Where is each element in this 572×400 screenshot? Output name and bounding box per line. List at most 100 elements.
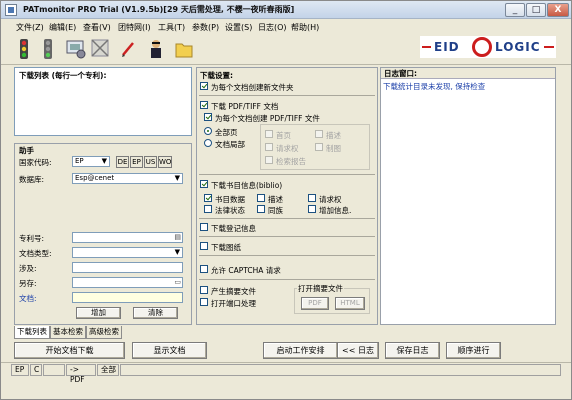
status-pages: 全部: [97, 364, 119, 376]
sequence-button[interactable]: 顺序进行: [446, 342, 501, 359]
patent-number-input[interactable]: ▤: [72, 232, 183, 243]
involve-input[interactable]: [72, 262, 183, 273]
legal-status-checkbox[interactable]: [204, 205, 212, 213]
database-select[interactable]: Esp@cenet ▼: [72, 173, 183, 184]
download-biblio-checkbox[interactable]: [200, 180, 208, 188]
biblio-description-checkbox[interactable]: [257, 194, 265, 202]
download-register-checkbox[interactable]: [200, 223, 208, 231]
tab-download-list[interactable]: 下载列表: [14, 326, 50, 339]
doc-type-label: 文档类型:: [19, 249, 52, 258]
show-document-button[interactable]: 显示文档: [132, 342, 207, 359]
lookup-icon[interactable]: ▤: [174, 233, 181, 242]
helper-title: 助手: [19, 146, 34, 155]
tab-basic-search[interactable]: 基本检索: [50, 326, 86, 339]
family-checkbox[interactable]: [257, 205, 265, 213]
country-us-button[interactable]: US: [144, 156, 157, 168]
document-input[interactable]: [72, 292, 183, 303]
chevron-down-icon: ▼: [174, 248, 180, 256]
traffic-light-icon[interactable]: [13, 37, 35, 61]
disabled-tool-icon[interactable]: [89, 37, 111, 61]
status-blank: [43, 364, 65, 376]
allow-captcha-checkbox[interactable]: [200, 265, 208, 273]
extra-info-checkbox[interactable]: [308, 205, 316, 213]
clear-button[interactable]: 清除: [133, 307, 178, 319]
open-port-checkbox[interactable]: [200, 298, 208, 306]
agent-icon[interactable]: [145, 37, 167, 61]
pdf-button[interactable]: PDF: [301, 297, 329, 310]
menu-settings[interactable]: 设置(S): [222, 21, 255, 34]
claims-checkbox[interactable]: [265, 143, 273, 151]
menu-view[interactable]: 查看(V): [80, 21, 114, 34]
patent-list-header: 下载列表 (每行一个专利):: [19, 71, 107, 80]
log-line: 下载统计目录未发现, 保持检查: [383, 82, 486, 91]
chevron-down-icon: ▼: [101, 157, 107, 165]
menu-log[interactable]: 日志(O): [255, 21, 290, 34]
menu-parameters[interactable]: 参数(P): [189, 21, 222, 34]
biblio-claims-checkbox[interactable]: [308, 194, 316, 202]
download-register-label: 下载登记信息: [211, 224, 256, 233]
status-message: [120, 364, 561, 376]
app-window: PATmonitor PRO Trial (V1.9.5b)[29 天后需处理,…: [0, 0, 572, 400]
country-ep-button[interactable]: EP: [130, 156, 143, 168]
all-pages-radio[interactable]: [204, 127, 212, 135]
per-doc-pdf-label: 为每个文档创建 PDF/TIFF 文件: [215, 114, 320, 123]
status-mode: C: [30, 364, 42, 376]
pen-icon[interactable]: [117, 37, 139, 61]
add-button[interactable]: 增加: [76, 307, 121, 319]
first-page-checkbox[interactable]: [265, 130, 273, 138]
claims-label: 请求权: [276, 144, 299, 153]
start-download-button[interactable]: 开始文档下载: [14, 342, 125, 359]
partial-pages-radio[interactable]: [204, 139, 212, 147]
document-label: 文档:: [19, 294, 37, 303]
helper-panel: 助手 国家代码: EP ▼ DE EP US WO 数据库: Esp@cenet ▼…: [14, 143, 192, 325]
search-report-checkbox[interactable]: [265, 156, 273, 164]
allow-captcha-label: 允许 CAPTCHA 请求: [211, 266, 281, 275]
menu-network[interactable]: 团特网(I): [115, 21, 154, 34]
save-as-input[interactable]: ▭: [72, 277, 183, 288]
menu-edit[interactable]: 编辑(E): [46, 21, 79, 34]
download-pdf-checkbox[interactable]: [200, 101, 208, 109]
drawings-label: 制图: [326, 144, 341, 153]
per-doc-pdf-checkbox[interactable]: [204, 113, 212, 121]
html-button[interactable]: HTML: [335, 297, 365, 310]
status-format: -> PDF: [66, 364, 96, 384]
app-icon: [5, 4, 17, 16]
menu-tools[interactable]: 工具(T): [155, 21, 188, 34]
save-log-button[interactable]: 保存日志: [385, 342, 440, 359]
menu-file[interactable]: 文件(Z): [13, 21, 47, 34]
download-pdf-label: 下载 PDF/TIFF 文档: [211, 102, 279, 111]
log-toggle-button[interactable]: << 日志: [337, 342, 379, 359]
settings-title: 下载设置:: [200, 71, 233, 80]
traffic-light-icon-2[interactable]: [37, 37, 59, 61]
screen-settings-icon[interactable]: [65, 37, 87, 61]
folder-icon[interactable]: [173, 37, 195, 61]
schedule-button[interactable]: 启动工作安排: [263, 342, 338, 359]
generate-abstract-label: 产生摘要文件: [211, 287, 256, 296]
maximize-button[interactable]: □: [526, 3, 546, 17]
window-title: PATmonitor PRO Trial (V1.9.5b)[29 天后需处理,…: [23, 5, 295, 14]
country-wo-button[interactable]: WO: [158, 156, 172, 168]
biblio-description-label: 描述: [268, 195, 283, 204]
open-port-label: 打开端口处理: [211, 299, 256, 308]
close-button[interactable]: X: [547, 3, 569, 17]
generate-abstract-checkbox[interactable]: [200, 286, 208, 294]
per-doc-folder-checkbox[interactable]: [200, 82, 208, 90]
doc-type-select[interactable]: ▼: [72, 247, 183, 258]
tab-advanced-search[interactable]: 高级检索: [86, 326, 122, 339]
logo-ring: [472, 37, 492, 57]
patent-list[interactable]: 下载列表 (每行一个专利):: [14, 67, 192, 136]
folder-open-icon[interactable]: ▭: [174, 278, 181, 287]
country-de-button[interactable]: DE: [116, 156, 129, 168]
per-doc-folder-label: 为每个文档创建新文件夹: [211, 83, 294, 92]
title-bar: PATmonitor PRO Trial (V1.9.5b)[29 天后需处理,…: [1, 1, 571, 19]
download-drawings-checkbox[interactable]: [200, 242, 208, 250]
description-checkbox[interactable]: [315, 130, 323, 138]
partial-pages-label: 文档局部: [215, 140, 245, 149]
menu-help[interactable]: 帮助(H): [288, 21, 322, 34]
country-select[interactable]: EP ▼: [72, 156, 110, 167]
minimize-button[interactable]: _: [505, 3, 525, 17]
chevron-down-icon: ▼: [174, 174, 180, 182]
biblio-data-label: 书目数据: [215, 195, 245, 204]
biblio-data-checkbox[interactable]: [204, 194, 212, 202]
drawings-checkbox[interactable]: [315, 143, 323, 151]
